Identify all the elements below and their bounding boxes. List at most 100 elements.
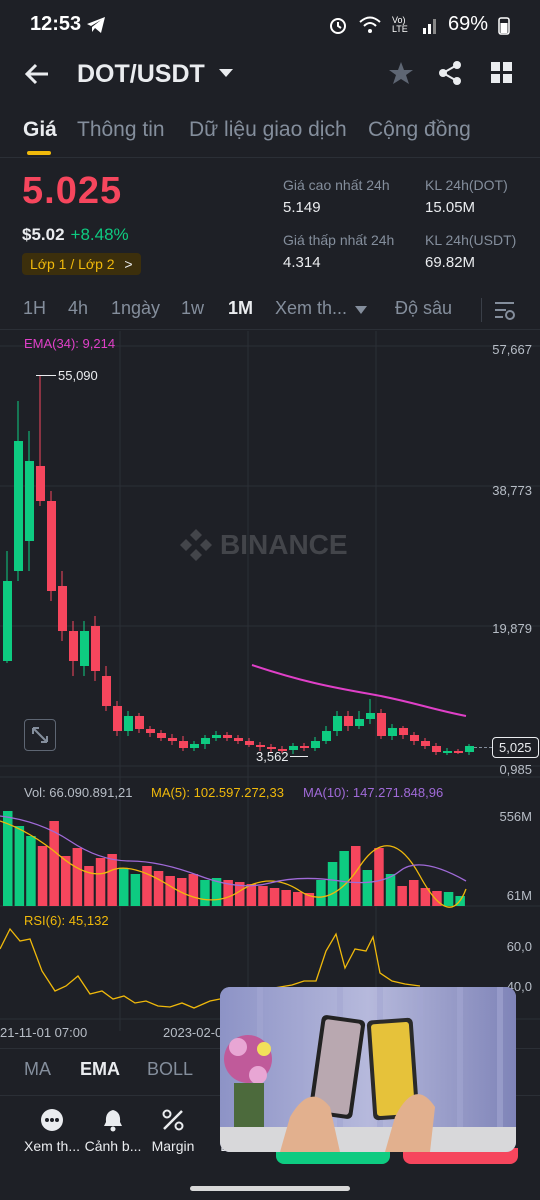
candle-body — [91, 626, 100, 671]
candle-body — [146, 729, 155, 733]
interval-more[interactable]: Xem th... — [275, 298, 347, 319]
rsi-axis-60: 60,0 — [506, 939, 532, 954]
chart-area[interactable]: EMA(34): 9,214 57,667 38,773 19,879 0,98… — [0, 331, 540, 1046]
stat-high: Giá cao nhất 24h 5.149 — [283, 177, 390, 216]
interval-1d[interactable]: 1ngày — [111, 298, 160, 319]
ma10-label: MA(10): 147.271.848,96 — [303, 785, 444, 800]
volume-bar — [130, 874, 141, 906]
max-price-label: 55,090 — [58, 368, 98, 383]
back-arrow-icon[interactable] — [24, 62, 50, 86]
interval-bar: 1H 4h 1ngày 1w 1M Xem th... Độ sâu — [0, 292, 540, 330]
pip-video-frame — [220, 987, 516, 1152]
interval-4h[interactable]: 4h — [68, 298, 88, 319]
indicator-ma[interactable]: MA — [24, 1059, 51, 1080]
binance-logo-icon — [180, 529, 212, 561]
stat-vol-dot-label: KL 24h(DOT) — [425, 177, 508, 193]
sub-price-row: $5.02 +8.48% — [22, 225, 141, 245]
volume-label: Vol: 66.090.891,21 — [24, 785, 133, 800]
candle-body — [102, 676, 111, 706]
candle-body — [421, 741, 430, 746]
indicator-ema[interactable]: EMA — [80, 1059, 120, 1080]
more-icon — [41, 1109, 63, 1131]
candlestick-chart[interactable] — [0, 331, 540, 1046]
divider — [481, 298, 482, 322]
tab-community[interactable]: Cộng đồng — [368, 118, 471, 142]
share-icon[interactable] — [438, 60, 462, 86]
expand-icon — [32, 727, 48, 743]
fullscreen-button[interactable] — [24, 719, 56, 751]
volume-bar — [269, 888, 280, 906]
status-bar: 12:53 Vo) LTE 69% — [0, 0, 540, 50]
stat-low: Giá thấp nhất 24h 4.314 — [283, 232, 394, 271]
price-change: +8.48% — [70, 225, 129, 244]
y-label-2: 38,773 — [492, 483, 532, 498]
caret-down-icon[interactable] — [355, 306, 367, 314]
last-price: 5.025 — [22, 170, 123, 212]
interval-1h[interactable]: 1H — [23, 298, 46, 319]
vol-axis-bottom: 61M — [506, 888, 532, 903]
margin-button[interactable]: Margin — [138, 1108, 208, 1154]
volume-bar — [339, 851, 349, 906]
volume-bar — [374, 848, 384, 906]
max-marker-line — [36, 375, 56, 376]
stat-vol-dot: KL 24h(DOT) 15.05M — [425, 177, 508, 216]
candle-body — [135, 716, 144, 729]
candle-body — [388, 728, 397, 736]
candle-body — [432, 746, 441, 752]
ema-label: EMA(34): 9,214 — [24, 336, 116, 351]
price-block: 5.025 $5.02 +8.48% Lớp 1 / Lớp 2 > — [22, 170, 141, 275]
candle-body — [3, 581, 12, 661]
interval-1w[interactable]: 1w — [181, 298, 204, 319]
layer-badge-label: Lớp 1 / Lớp 2 — [30, 256, 115, 272]
volume-bar — [443, 892, 454, 906]
binance-watermark: BINANCE — [178, 527, 348, 563]
current-price-tag: 5,025 — [492, 737, 539, 758]
pair-title[interactable]: DOT/USDT — [77, 60, 205, 89]
home-indicator — [190, 1186, 350, 1191]
candle-body — [113, 706, 122, 731]
star-icon[interactable] — [388, 60, 414, 86]
caret-down-icon[interactable] — [218, 68, 234, 78]
tab-info[interactable]: Thông tin — [77, 118, 165, 142]
more-label: Xem th... — [23, 1138, 81, 1154]
layout-grid-icon[interactable] — [491, 62, 513, 84]
more-button[interactable]: Xem th... — [17, 1108, 87, 1154]
current-price-line — [474, 747, 492, 748]
candle-body — [168, 738, 177, 741]
candle-body — [14, 441, 23, 571]
volume-bar — [153, 871, 164, 906]
indicator-boll[interactable]: BOLL — [147, 1059, 193, 1080]
candle-body — [234, 738, 243, 741]
interval-1m[interactable]: 1M — [228, 298, 253, 319]
volume-bar — [293, 892, 303, 906]
pip-video-overlay[interactable] — [220, 987, 516, 1152]
volume-bar — [72, 848, 83, 906]
x-label-2: 2023-02-0 — [163, 1025, 223, 1040]
network-label: Vo) LTE — [391, 14, 408, 34]
volume-bar — [362, 870, 373, 906]
telegram-icon — [87, 17, 105, 33]
tab-price[interactable]: Giá — [23, 118, 57, 142]
stat-low-value: 4.314 — [283, 254, 321, 271]
candle-body — [289, 746, 298, 750]
candle-body — [333, 716, 342, 731]
volume-bar — [258, 886, 268, 906]
interval-depth[interactable]: Độ sâu — [395, 298, 452, 319]
candle-body — [454, 751, 463, 753]
layer-badge[interactable]: Lớp 1 / Lớp 2 > — [22, 253, 141, 275]
chevron-right-icon: > — [124, 256, 133, 272]
usd-price: $5.02 — [22, 225, 65, 244]
volume-bar — [397, 886, 407, 906]
chart-settings-icon[interactable] — [494, 300, 516, 320]
ma5-label: MA(5): 102.597.272,33 — [151, 785, 284, 800]
volume-bar — [107, 854, 117, 906]
candle-body — [256, 745, 265, 747]
bell-icon — [104, 1110, 122, 1132]
volume-bar — [188, 874, 199, 906]
status-time: 12:53 — [30, 13, 82, 35]
candle-body — [443, 751, 452, 753]
volume-bar — [26, 836, 36, 906]
y-label-bottom: 0,985 — [499, 762, 532, 777]
tab-trade-data[interactable]: Dữ liệu giao dịch — [189, 118, 347, 142]
signal-icon — [422, 18, 436, 34]
